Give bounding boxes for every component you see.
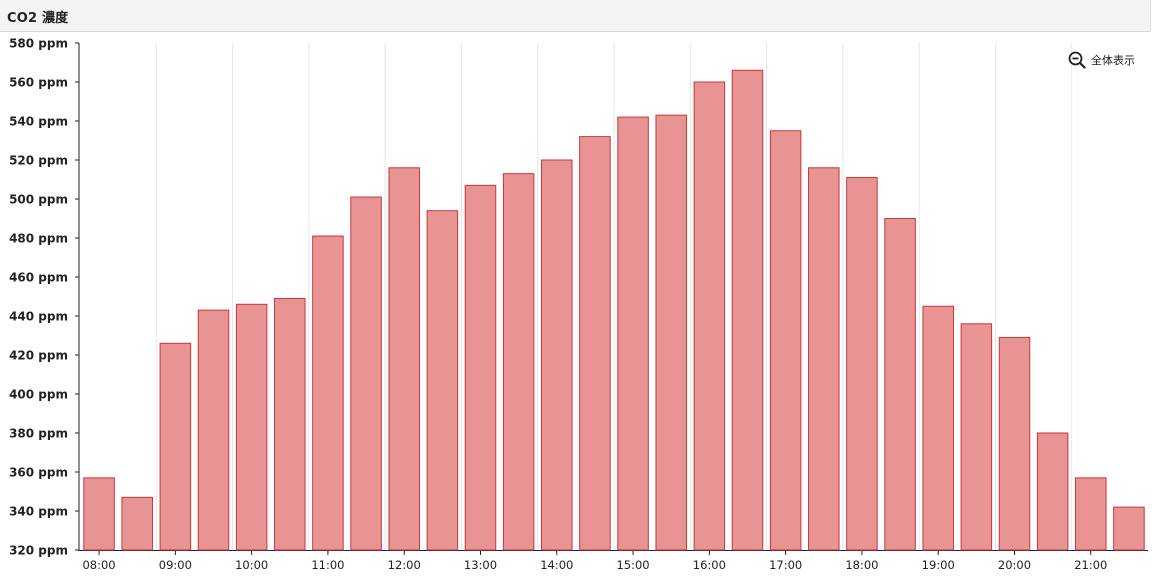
x-tick-label: 15:00 <box>616 558 649 572</box>
co2-bar-chart[interactable]: 320 ppm 340 ppm 360 ppm 380 ppm 400 ppm 420 p… <box>0 0 1152 576</box>
y-tick-label: 580 ppm <box>9 37 68 51</box>
x-tick-label: 08:00 <box>82 558 115 572</box>
bar-1030[interactable] <box>274 297 306 551</box>
y-tick-label: 380 ppm <box>9 427 68 441</box>
bar-2000[interactable] <box>998 336 1031 551</box>
bar-1530[interactable] <box>655 114 687 551</box>
reset-zoom-button[interactable]: 全体表示 <box>1068 50 1135 70</box>
x-tick-label: 20:00 <box>998 558 1031 572</box>
zoom-out-icon <box>1068 51 1086 69</box>
y-tick-label: 480 ppm <box>9 232 68 246</box>
bar-1900[interactable] <box>922 305 954 551</box>
bar-1430[interactable] <box>579 136 611 551</box>
bar-1330[interactable] <box>502 173 535 551</box>
bar-0800[interactable] <box>83 477 115 551</box>
bar-1600[interactable] <box>693 81 726 551</box>
x-tick-label: 19:00 <box>922 558 955 572</box>
bar-2130[interactable] <box>1113 506 1145 551</box>
bar-2100[interactable] <box>1075 477 1107 551</box>
y-tick-label: 420 ppm <box>9 349 68 363</box>
y-tick-label: 460 ppm <box>9 271 68 285</box>
y-tick-label: 440 ppm <box>9 310 68 324</box>
bar-1930[interactable] <box>960 323 993 551</box>
y-tick-label: 340 ppm <box>9 505 68 519</box>
x-tick-label: 16:00 <box>693 558 726 572</box>
bar-1730[interactable] <box>808 167 840 551</box>
x-tick-label: 14:00 <box>540 558 573 572</box>
x-tick-label: 12:00 <box>388 558 421 572</box>
bar-1700[interactable] <box>769 130 802 551</box>
bar-1000[interactable] <box>235 303 268 551</box>
bar-1400[interactable] <box>541 159 573 551</box>
bar-0930[interactable] <box>197 309 230 551</box>
bar-1830[interactable] <box>884 218 916 551</box>
bar-1300[interactable] <box>464 184 497 551</box>
bar-0900[interactable] <box>159 342 192 551</box>
bar-1500[interactable] <box>617 116 649 551</box>
reset-zoom-label: 全体表示 <box>1091 54 1135 67</box>
y-tick-label: 320 ppm <box>9 544 68 558</box>
chart-panel: CO2 濃度 320 ppm 340 ppm 360 ppm 380 ppm 400 p… <box>0 0 1152 576</box>
x-tick-label: 21:00 <box>1074 558 1107 572</box>
y-tick-label: 560 ppm <box>9 76 68 90</box>
bar-2030[interactable] <box>1036 432 1069 551</box>
y-tick-label: 500 ppm <box>9 193 68 207</box>
x-tick-label: 18:00 <box>845 558 878 572</box>
x-tick-label: 09:00 <box>159 558 192 572</box>
bar-1130[interactable] <box>350 196 382 551</box>
bar-1100[interactable] <box>312 235 344 551</box>
y-tick-label: 400 ppm <box>9 388 68 402</box>
y-tick-label: 360 ppm <box>9 466 68 480</box>
x-tick-label: 17:00 <box>769 558 802 572</box>
y-tick-label: 540 ppm <box>9 115 68 129</box>
bar-1230[interactable] <box>426 210 459 551</box>
x-tick-label: 13:00 <box>464 558 497 572</box>
bar-1200[interactable] <box>388 167 420 551</box>
bar-0830[interactable] <box>121 496 153 551</box>
bar-1630[interactable] <box>731 69 764 551</box>
x-tick-label: 10:00 <box>235 558 268 572</box>
x-tick-label: 11:00 <box>311 558 344 572</box>
bar-1800[interactable] <box>846 177 878 551</box>
y-tick-label: 520 ppm <box>9 154 68 168</box>
